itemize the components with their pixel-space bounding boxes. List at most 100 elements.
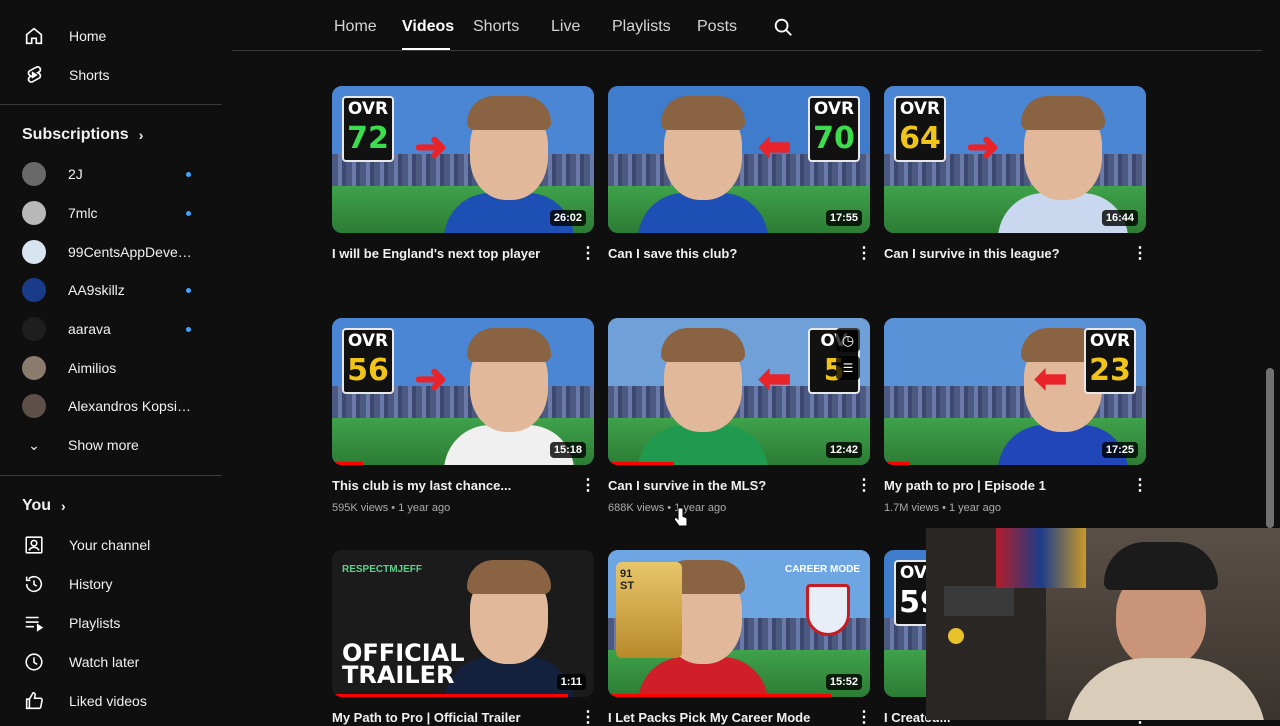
sidebar-item-home[interactable]: Home — [0, 16, 222, 55]
sidebar-item-history[interactable]: History — [0, 565, 222, 604]
watch-progress — [332, 462, 364, 465]
sidebar-item-shorts[interactable]: Shorts — [0, 55, 222, 94]
history-icon — [22, 572, 46, 596]
video-title[interactable]: My Path to Pro | Official Trailer — [332, 710, 564, 725]
video-thumbnail[interactable]: OVR 23 ⬅ 17:25 — [884, 318, 1146, 465]
tab-live[interactable]: Live — [551, 18, 580, 36]
video-title[interactable]: My path to pro | Episode 1 — [884, 478, 1116, 493]
more-options-icon[interactable]: ⋮ — [856, 246, 872, 262]
player-hair — [1021, 96, 1105, 130]
video-thumbnail[interactable]: OVR 64 ➜ 16:44 — [884, 86, 1146, 233]
search-icon[interactable] — [772, 16, 794, 38]
video-duration: 15:18 — [549, 442, 586, 458]
add-to-queue-icon[interactable]: ☰ — [836, 356, 860, 380]
subscription-item[interactable]: 99CentsAppDevelo... — [0, 232, 222, 271]
video-card[interactable]: OVR 23 ⬅ 17:25 My path to pro | Episode 1 ⋮ 1.… — [884, 318, 1148, 514]
video-card[interactable]: RESPECTMJEFF OFFICIAL TRAILER 1:11 My Path … — [332, 550, 596, 726]
tab-shorts[interactable]: Shorts — [473, 18, 519, 36]
more-options-icon[interactable]: ⋮ — [1132, 478, 1148, 494]
watch-progress — [332, 694, 568, 697]
subscription-name: 99CentsAppDevelo... — [68, 243, 194, 260]
video-card[interactable]: OVR 64 ➜ 16:44 Can I survive in this league?… — [884, 86, 1148, 262]
you-title: You — [22, 496, 52, 514]
video-card[interactable]: OVR 56 ➜ 15:18 This club is my last chance..… — [332, 318, 596, 514]
ovr-badge: OVR 64 — [894, 96, 946, 162]
video-card[interactable]: OV 5 ⬅ ◷ ☰ 12:42 Can I survive in the MLS? ⋮ 688… — [608, 318, 872, 514]
person-hoodie — [1066, 658, 1266, 720]
subscription-item[interactable]: aarava — [0, 310, 222, 349]
ovr-label: OVR — [347, 331, 389, 351]
video-duration: 15:52 — [825, 674, 862, 690]
player-hair — [661, 328, 745, 362]
ovr-rating: 72 — [347, 121, 389, 156]
trailer-text: OFFICIAL TRAILER — [342, 639, 465, 689]
video-title[interactable]: Can I save this club? — [608, 246, 840, 261]
video-title[interactable]: This club is my last chance... — [332, 478, 564, 493]
video-card[interactable]: 91 ST CAREER MODE 15:52 I Let Packs Pick My… — [608, 550, 872, 726]
chevron-right-icon: › — [138, 127, 144, 143]
tab-playlists[interactable]: Playlists — [612, 18, 671, 36]
red-arrow-icon: ➜ — [414, 125, 448, 169]
sidebar-item-label: Watch later — [69, 654, 140, 670]
more-options-icon[interactable]: ⋮ — [580, 710, 596, 726]
red-arrow-icon: ⬅ — [1034, 357, 1068, 401]
you-heading[interactable]: You › — [0, 486, 222, 526]
video-card[interactable]: OVR 70 ⬅ 17:55 Can I save this club? ⋮ — [608, 86, 872, 262]
your-channel-icon — [22, 533, 46, 557]
ovr-rating: 64 — [899, 121, 941, 156]
webcam-overlay — [926, 528, 1280, 720]
video-thumbnail[interactable]: OVR 70 ⬅ 17:55 — [608, 86, 870, 233]
subscription-item[interactable]: Aimilios — [0, 348, 222, 387]
sidebar-item-label: History — [69, 576, 113, 592]
sidebar-top-spacer — [0, 0, 222, 16]
more-options-icon[interactable]: ⋮ — [1132, 246, 1148, 262]
subscription-name: AA9skillz — [68, 282, 125, 299]
sidebar-item-watch-later[interactable]: Watch later — [0, 643, 222, 682]
video-card[interactable]: OVR 72 ➜ 26:02 I will be England's next top … — [332, 86, 596, 262]
watch-later-icon[interactable]: ◷ — [836, 328, 860, 352]
video-title[interactable]: Can I survive in this league? — [884, 246, 1116, 261]
red-arrow-icon: ➜ — [414, 357, 448, 401]
page-scrollbar[interactable] — [1266, 368, 1274, 528]
video-title[interactable]: I will be England's next top player — [332, 246, 564, 261]
more-options-icon[interactable]: ⋮ — [580, 246, 596, 262]
show-more-label: Show more — [68, 437, 139, 454]
subscription-name: Alexandros Kopsialis — [68, 398, 194, 415]
tab-posts[interactable]: Posts — [697, 18, 737, 36]
sidebar-item-playlists[interactable]: Playlists — [0, 604, 222, 643]
video-title[interactable]: I Let Packs Pick My Career Mode — [608, 710, 840, 725]
sidebar-item-label: Shorts — [69, 66, 110, 83]
hanging-jerseys — [996, 528, 1086, 588]
video-thumbnail[interactable]: OV 5 ⬅ ◷ ☰ 12:42 — [608, 318, 870, 465]
subscription-item[interactable]: Alexandros Kopsialis — [0, 387, 222, 426]
tab-videos[interactable]: Videos — [402, 18, 454, 36]
video-thumbnail[interactable]: OVR 72 ➜ 26:02 — [332, 86, 594, 233]
subscriptions-heading[interactable]: Subscriptions › — [0, 115, 222, 155]
more-options-icon[interactable]: ⋮ — [580, 478, 596, 494]
ovr-rating: 23 — [1089, 353, 1131, 388]
red-arrow-icon: ⬅ — [758, 357, 792, 401]
liked-videos-icon — [22, 689, 46, 713]
ovr-badge: OVR 72 — [342, 96, 394, 162]
subscription-item[interactable]: 2J — [0, 155, 222, 194]
more-options-icon[interactable]: ⋮ — [856, 710, 872, 726]
ovr-badge: OVR 70 — [808, 96, 860, 162]
subscription-item[interactable]: AA9skillz — [0, 271, 222, 310]
card-rating: 91 ST — [620, 568, 635, 592]
video-thumbnail[interactable]: 91 ST CAREER MODE 15:52 — [608, 550, 870, 697]
show-more-button[interactable]: ⌄ Show more — [0, 426, 222, 465]
tab-home[interactable]: Home — [334, 18, 377, 36]
sidebar-item-your-channel[interactable]: Your channel — [0, 526, 222, 565]
video-thumbnail[interactable]: OVR 56 ➜ 15:18 — [332, 318, 594, 465]
more-options-icon[interactable]: ⋮ — [856, 478, 872, 494]
watch-later-icon — [22, 650, 46, 674]
video-thumbnail[interactable]: RESPECTMJEFF OFFICIAL TRAILER 1:11 — [332, 550, 594, 697]
video-duration: 1:11 — [556, 674, 586, 690]
video-title[interactable]: Can I survive in the MLS? — [608, 478, 840, 493]
player-hair — [467, 328, 551, 362]
subscription-item[interactable]: 7mlc — [0, 194, 222, 233]
sidebar-item-liked-videos[interactable]: Liked videos — [0, 682, 222, 721]
video-meta: 595K views • 1 year ago — [332, 502, 451, 514]
player-hair — [467, 560, 551, 594]
sidebar-item-label: Liked videos — [69, 693, 147, 709]
